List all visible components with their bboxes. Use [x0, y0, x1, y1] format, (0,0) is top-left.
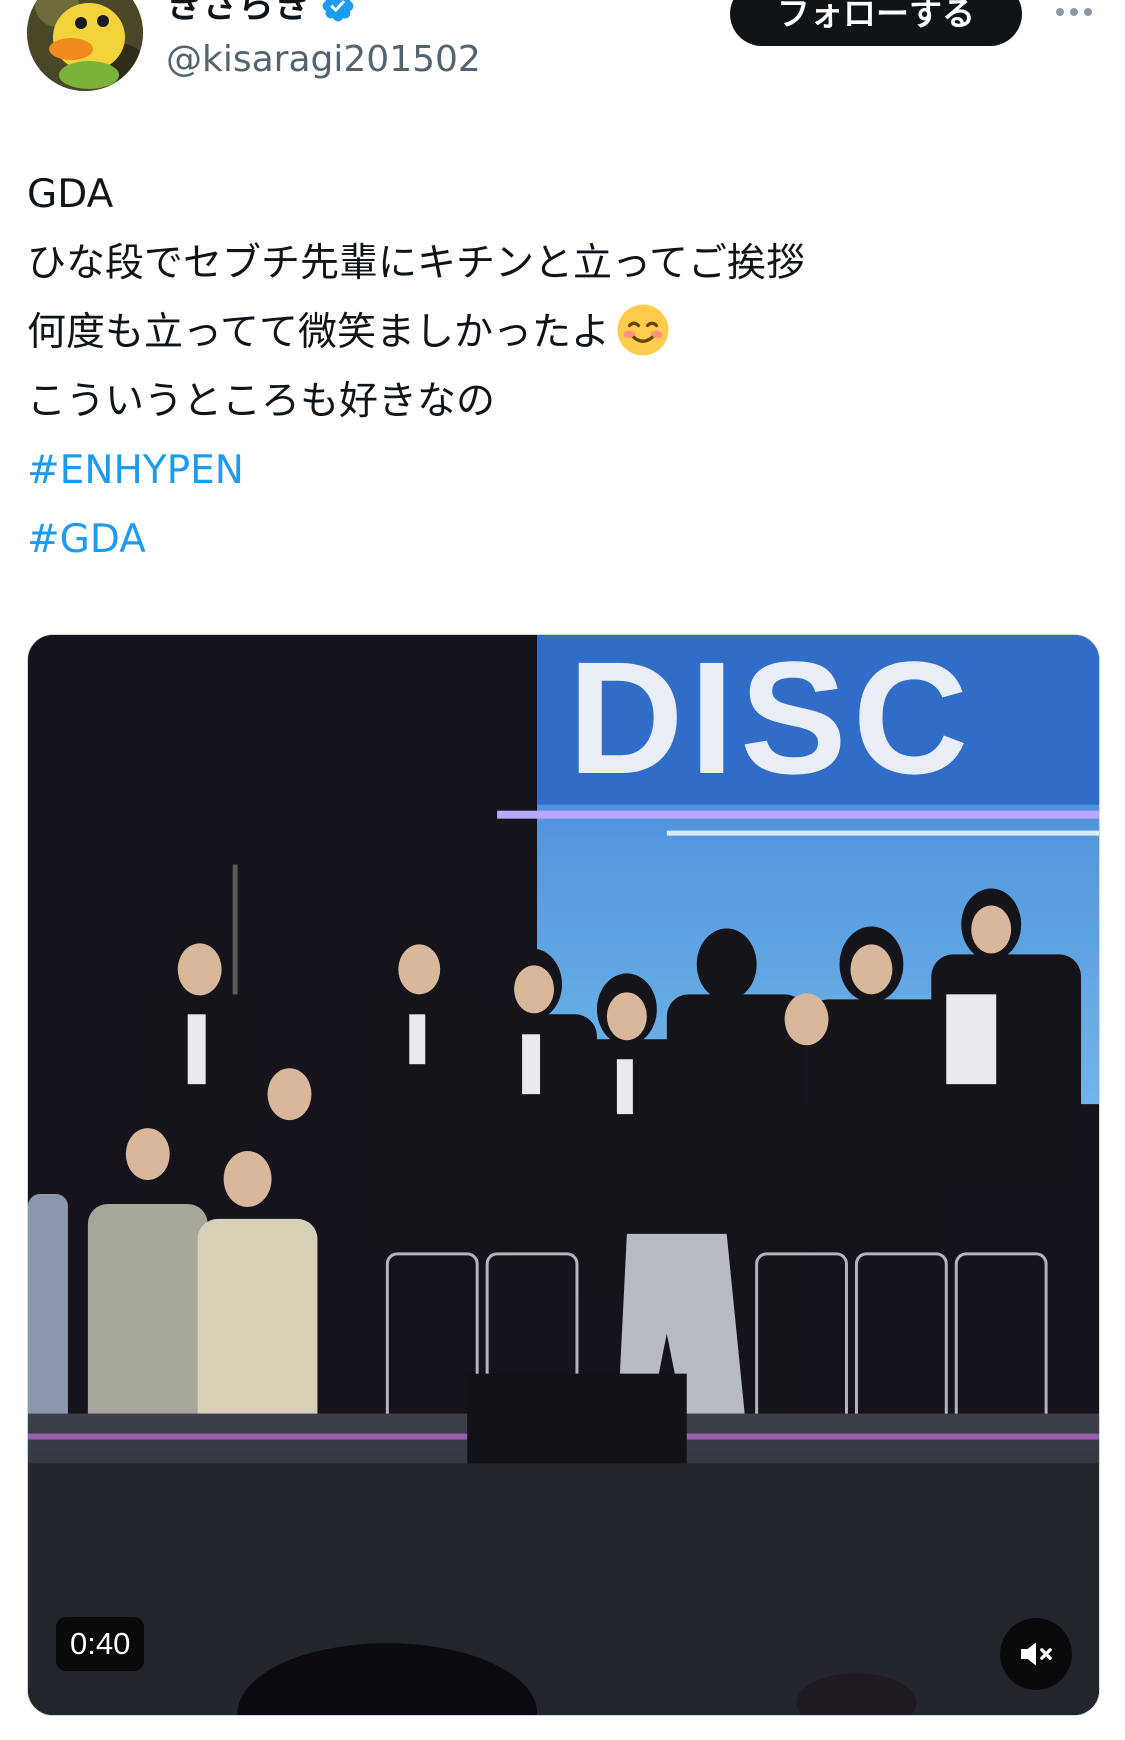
video-player[interactable]: DISC 0:40 [27, 634, 1100, 1716]
video-duration: 0:40 [56, 1617, 145, 1671]
tweet-text: GDA ひな段でセブチ先輩にキチンと立ってご挨拶 何度も立ってて微笑ましかったよ… [27, 160, 1097, 574]
more-button[interactable] [1048, 0, 1100, 32]
mute-button[interactable] [1000, 1618, 1072, 1690]
screen-text: DISC [568, 634, 975, 807]
hashtag-link[interactable]: #ENHYPEN [27, 436, 1097, 505]
mute-icon [1021, 1642, 1052, 1666]
duck-avatar-icon [27, 0, 143, 91]
tweet-line: GDA [27, 172, 114, 217]
author-handle[interactable]: @kisaragi201502 [166, 38, 481, 82]
avatar[interactable] [27, 0, 143, 91]
tweet-line: ひな段でセブチ先輩にキチンと立ってご挨拶 [27, 241, 806, 286]
display-name[interactable]: きさらき [166, 0, 310, 28]
author-name-row: きさらき [166, 0, 356, 28]
tweet-line: こういうところも好きなの [27, 379, 496, 424]
tweet-line-text: 何度も立ってて微笑ましかったよ [27, 310, 611, 355]
follow-button[interactable]: フォローする [730, 0, 1022, 46]
smiling-face-emoji-icon [617, 304, 669, 356]
tweet-line: 何度も立ってて微笑ましかったよ [27, 298, 1097, 367]
verified-badge-icon [322, 0, 354, 22]
more-icon [1056, 8, 1092, 16]
hashtag-link[interactable]: #GDA [27, 505, 1097, 574]
